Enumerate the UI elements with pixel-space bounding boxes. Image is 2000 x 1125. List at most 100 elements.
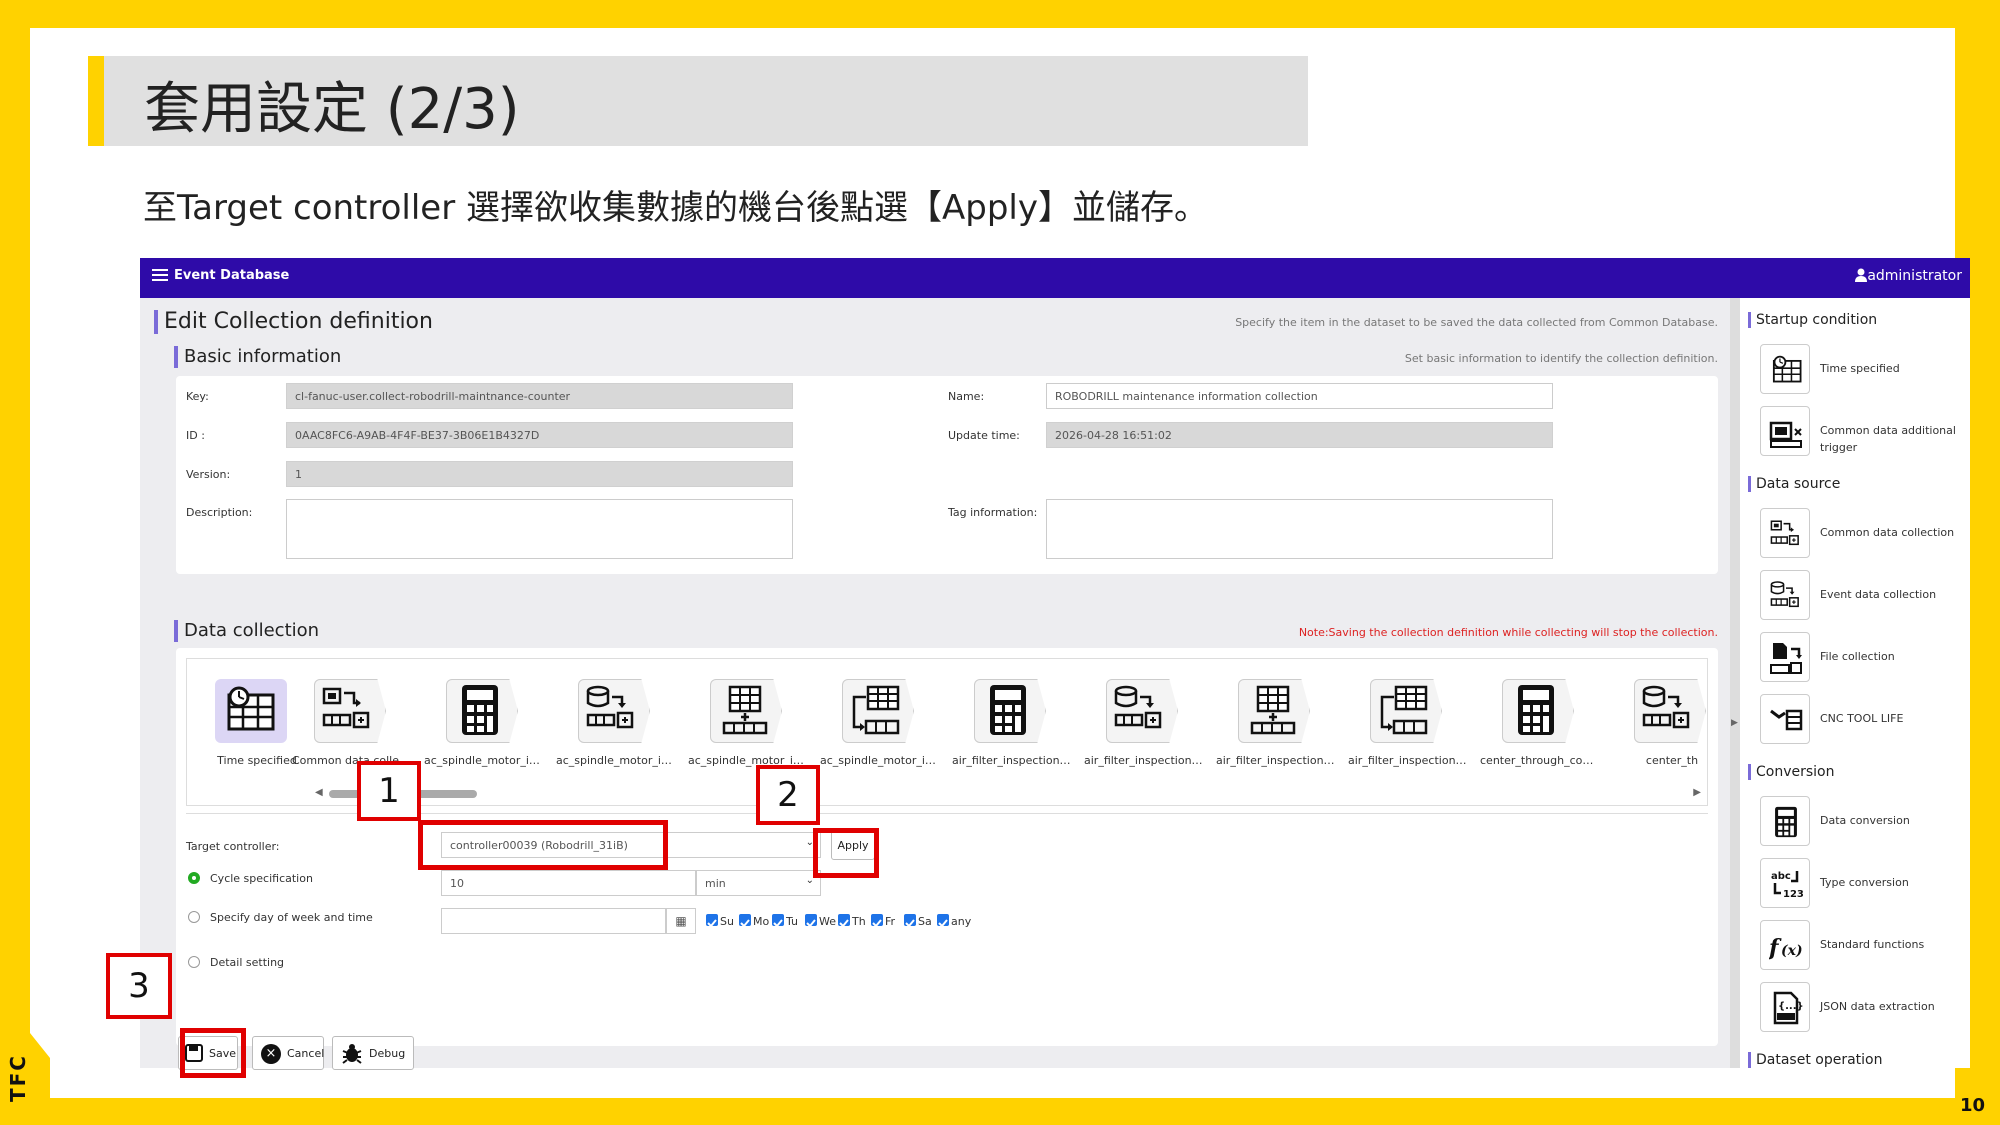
day-label: Th [852, 915, 866, 928]
bug-icon [341, 1042, 363, 1067]
day-checkbox-we[interactable] [805, 914, 817, 928]
palette-item-data-conversion[interactable]: Data conversion [1760, 794, 1970, 848]
air-filter-node-2[interactable]: air_filter_inspection ... [1084, 669, 1204, 777]
day-label: Mo [753, 915, 770, 928]
day-checkbox-th[interactable] [838, 914, 850, 928]
day-checkbox-fr[interactable] [871, 914, 883, 928]
top-bar: Event Database administrator [140, 258, 1970, 298]
debug-button[interactable]: Debug [332, 1036, 414, 1070]
dow-radio[interactable] [188, 911, 200, 923]
data-collection-card: Time specified Common data collec... ac_sp… [176, 648, 1718, 1046]
basic-info-hint: Set basic information to identify the co… [1404, 352, 1718, 365]
time-specified-node[interactable]: Time specified [197, 669, 301, 777]
palette-item-time-specified[interactable]: Time specified [1760, 342, 1970, 396]
palette-item-type-conversion[interactable]: abc 123 Type conversion [1760, 856, 1970, 910]
air-filter-node-3[interactable]: air_filter_inspection r... [1216, 669, 1336, 777]
palette-item-file-collection[interactable]: File collection [1760, 630, 1970, 684]
app-brand[interactable]: Event Database [152, 268, 289, 285]
center-through-node[interactable]: center_through_cool... [1480, 669, 1600, 777]
scroll-left-arrow[interactable]: ◀ [315, 787, 323, 798]
slide-title: 套用設定 (2/3) [144, 77, 520, 142]
highlight-target-controller [418, 820, 668, 870]
tfc-logo: TFC [6, 1040, 30, 1102]
day-label: Su [720, 915, 734, 928]
palette-item-json-data-extraction[interactable]: {...} JSON data extraction [1760, 980, 1970, 1034]
marker-3: 3 [106, 953, 172, 1019]
node-label: air_filter_inspection ... [1084, 754, 1204, 767]
cycle-unit-select[interactable]: min ⌄ [696, 870, 821, 896]
palette-item-event-data-collection[interactable]: Event data collection [1760, 568, 1970, 622]
calc-icon [446, 679, 518, 743]
ac-spindle-node-3[interactable]: ac_spindle_motor_in... [688, 669, 808, 777]
palette-item-label: Standard functions [1820, 938, 1925, 951]
ac-spindle-node-1[interactable]: ac_spindle_motor_in... [424, 669, 544, 777]
palette-item-label: Data conversion [1820, 814, 1910, 827]
cycle-unit-value: min [705, 877, 726, 890]
marker-1: 1 [357, 761, 421, 821]
palette-section-title: Data source [1748, 476, 1840, 492]
svg-text:{...}: {...} [1778, 1001, 1803, 1012]
type-conversion-icon: abc 123 [1760, 858, 1810, 908]
ac-spindle-node-2[interactable]: ac_spindle_motor_in... [556, 669, 676, 777]
center-th-node[interactable]: center_th [1612, 669, 1707, 777]
air-filter-node-4[interactable]: air_filter_inspection r... [1348, 669, 1468, 777]
app-name: Event Database [174, 268, 290, 283]
time-specified-icon [1760, 344, 1810, 394]
palette-section-title: Startup condition [1748, 312, 1877, 328]
logo-text: TFC [6, 1054, 30, 1102]
slide-subtitle: 至Target controller 選擇欲收集數據的機台後點選【Apply】並… [143, 188, 1208, 228]
day-checkbox-any[interactable] [937, 914, 949, 928]
collect-icon [314, 679, 386, 743]
detail-label: Detail setting [210, 956, 285, 969]
common-data-collection-icon [1760, 508, 1810, 558]
scroll-right-arrow[interactable]: ▶ [1693, 787, 1701, 798]
tag-field[interactable] [1046, 499, 1553, 559]
data-collection-title: Data collection [174, 620, 319, 642]
palette-item-label: Common data collection [1820, 526, 1955, 539]
ac-spindle-node-4[interactable]: ac_spindle_motor_in... [820, 669, 940, 777]
day-label: any [951, 915, 972, 928]
palette-item-common-data-additional-trigger[interactable]: Common data additional trigger [1760, 404, 1970, 458]
db-icon [1634, 679, 1706, 743]
key-field: cl-fanuc-user.collect-robodrill-maintnan… [286, 383, 793, 409]
node-label: ac_spindle_motor_in... [556, 754, 676, 767]
cnc-tool-life-icon [1760, 694, 1810, 744]
cycle-radio[interactable] [188, 872, 200, 884]
dow-time-input[interactable] [441, 908, 666, 934]
cycle-value-input[interactable]: 10 [441, 870, 696, 896]
name-field[interactable]: ROBODRILL maintenance information collec… [1046, 383, 1553, 409]
day-checkboxes: Su Mo Tu We Th Fr Sa any [706, 914, 1006, 930]
sidebar-gutter[interactable]: ▶ [1730, 298, 1740, 1068]
day-label: Sa [918, 915, 932, 928]
version-field: 1 [286, 461, 793, 487]
dow-label: Specify day of week and time [210, 911, 373, 924]
day-checkbox-mo[interactable] [739, 914, 751, 928]
day-checkbox-su[interactable] [706, 914, 718, 928]
event-data-collection-icon [1760, 570, 1810, 620]
palette-item-label: Type conversion [1820, 876, 1909, 889]
day-checkbox-sa[interactable] [904, 914, 916, 928]
palette-item-label: File collection [1820, 650, 1895, 663]
svg-text:abc: abc [1771, 871, 1791, 882]
cancel-label: Cancel [287, 1047, 325, 1060]
palette-item-cnc-tool-life[interactable]: CNC TOOL LIFE [1760, 692, 1970, 746]
user-menu[interactable]: administrator [1855, 268, 1962, 286]
node-label: air_filter_inspection r... [1216, 754, 1336, 767]
hamburger-icon[interactable] [152, 269, 168, 285]
page-number: 10 [1960, 1095, 1986, 1116]
update-time-field: 2026-04-28 16:51:02 [1046, 422, 1553, 448]
file-collection-icon [1760, 632, 1810, 682]
calendar-button[interactable]: ▦ [666, 908, 696, 934]
description-label: Description: [186, 506, 253, 519]
air-filter-node-1[interactable]: air_filter_inspection ... [952, 669, 1072, 777]
palette-item-common-data-collection[interactable]: Common data collection [1760, 506, 1970, 560]
debug-label: Debug [369, 1047, 406, 1060]
cancel-button[interactable]: × Cancel [252, 1036, 324, 1070]
day-checkbox-tu[interactable] [772, 914, 784, 928]
palette-item-standard-functions[interactable]: f (x) Standard functions [1760, 918, 1970, 972]
svg-text:123: 123 [1783, 889, 1803, 900]
palette-section-title: Dataset operation [1748, 1052, 1883, 1068]
detail-radio[interactable] [188, 956, 200, 968]
check-icon [905, 919, 915, 928]
description-field[interactable] [286, 499, 793, 559]
